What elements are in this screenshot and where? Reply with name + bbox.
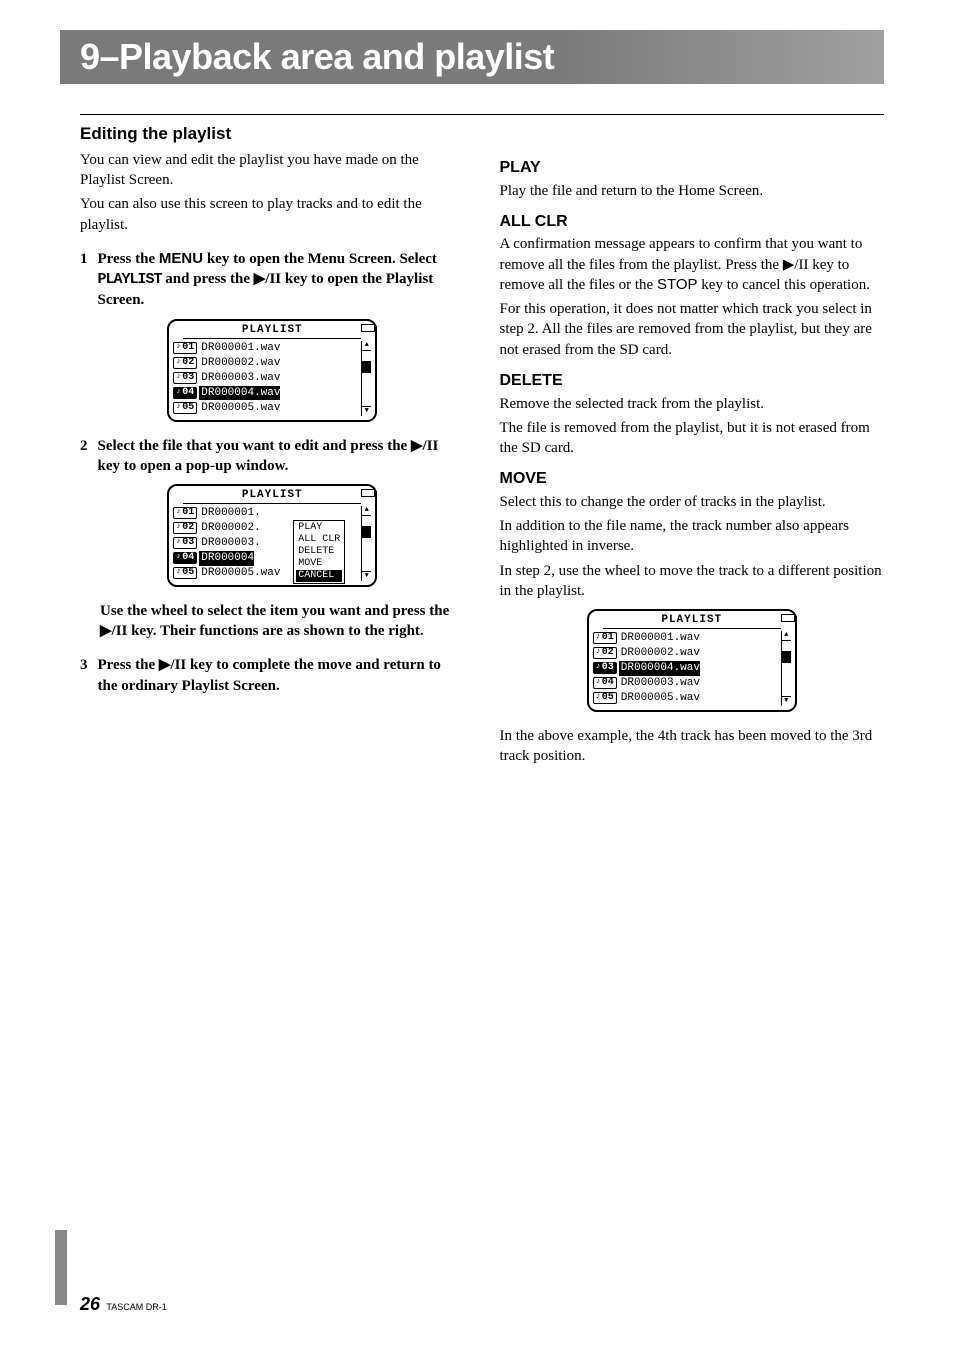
lcd-screenshot-2: PLAYLIST PLAYALL CLRDELETEMOVECANCEL 01D… <box>167 484 377 587</box>
track-filename: DR000004 <box>199 551 254 566</box>
chapter-title: 9–Playback area and playlist <box>60 30 884 84</box>
track-number: 01 <box>173 507 197 519</box>
battery-icon <box>781 614 795 622</box>
page-number: 26 <box>80 1294 100 1314</box>
track-number: 04 <box>173 387 197 399</box>
track-filename: DR000005.wav <box>199 401 280 416</box>
playlist-row: 04DR000004.wav <box>173 386 359 401</box>
track-number: 01 <box>173 342 197 354</box>
step-2-after: Use the wheel to select the item you wan… <box>100 601 465 642</box>
track-number: 04 <box>593 677 617 689</box>
step-3-num: 3 <box>80 655 88 696</box>
battery-icon <box>361 489 375 497</box>
track-filename: DR000002.wav <box>619 646 700 661</box>
left-column: Editing the playlist You can view and ed… <box>80 123 465 770</box>
step-1-num: 1 <box>80 249 88 311</box>
track-number: 02 <box>173 522 197 534</box>
track-number: 05 <box>173 567 197 579</box>
playlist-text: PLAYLIST <box>98 271 162 288</box>
step-3: 3 Press the ▶/II key to complete the mov… <box>80 655 465 696</box>
track-number: 01 <box>593 632 617 644</box>
scroll-up-icon: ▲ <box>362 506 371 515</box>
track-filename: DR000001.wav <box>199 341 280 356</box>
intro-p2: You can also use this screen to play tra… <box>80 194 465 235</box>
playlist-row: 03DR000004.wav <box>593 661 779 676</box>
playlist-row: 05DR000005.wav <box>593 691 779 706</box>
track-number: 05 <box>173 402 197 414</box>
popup-menu: PLAYALL CLRDELETEMOVECANCEL <box>293 520 345 584</box>
scroll-down-icon: ▼ <box>362 407 371 416</box>
playlist-row: 02DR000002.wav <box>173 356 359 371</box>
track-filename: DR000003. <box>199 536 260 551</box>
popup-item: DELETE <box>296 546 342 558</box>
playlist-row: 03DR000003.wav <box>173 371 359 386</box>
track-number: 03 <box>173 537 197 549</box>
track-filename: DR000004.wav <box>199 386 280 401</box>
intro-p1: You can view and edit the playlist you h… <box>80 150 465 191</box>
track-filename: DR000005.wav <box>199 566 280 581</box>
track-number: 05 <box>593 692 617 704</box>
playlist-row: 04DR000003.wav <box>593 676 779 691</box>
track-number: 04 <box>173 552 197 564</box>
lcd-screenshot-1: PLAYLIST 01DR000001.wav02DR000002.wav03D… <box>167 319 377 422</box>
delete-text-2: The file is removed from the playlist, b… <box>500 418 885 459</box>
scroll-down-icon: ▼ <box>362 572 371 581</box>
step-1: 1 Press the MENU key to open the Menu Sc… <box>80 249 465 311</box>
move-text-3: In step 2, use the wheel to move the tra… <box>500 561 885 602</box>
play-heading: PLAY <box>500 157 885 179</box>
scroll-down-icon: ▼ <box>782 697 791 706</box>
popup-item: PLAY <box>296 522 342 534</box>
popup-item: MOVE <box>296 558 342 570</box>
scroll-up-icon: ▲ <box>362 341 371 350</box>
move-heading: MOVE <box>500 468 885 490</box>
track-filename: DR000002. <box>199 521 260 536</box>
footer-model: TASCAM DR-1 <box>106 1302 166 1312</box>
track-filename: DR000005.wav <box>619 691 700 706</box>
track-number: 03 <box>593 662 617 674</box>
playlist-row: 05DR000005.wav <box>173 401 359 416</box>
move-text-2: In addition to the file name, the track … <box>500 516 885 557</box>
menu-key: MENU <box>159 250 203 267</box>
stop-key: STOP <box>657 276 698 293</box>
scrollbar: ▲ ▼ <box>781 631 791 706</box>
playlist-row: 02DR000002.wav <box>593 646 779 661</box>
step-2: 2 Select the file that you want to edit … <box>80 436 465 477</box>
allclr-heading: ALL CLR <box>500 211 885 233</box>
track-filename: DR000001. <box>199 506 260 521</box>
delete-heading: DELETE <box>500 370 885 392</box>
playlist-row: 01DR000001.wav <box>593 631 779 646</box>
scrollbar: ▲ ▼ <box>361 341 371 416</box>
playlist-row: 01DR000001.wav <box>173 341 359 356</box>
move-after-text: In the above example, the 4th track has … <box>500 726 885 767</box>
track-number: 02 <box>173 357 197 369</box>
move-text-1: Select this to change the order of track… <box>500 492 885 512</box>
allclr-text-2: For this operation, it does not matter w… <box>500 299 885 360</box>
side-tab <box>55 1230 67 1305</box>
playlist-row: 01DR000001. <box>173 506 359 521</box>
track-filename: DR000002.wav <box>199 356 280 371</box>
track-number: 02 <box>593 647 617 659</box>
play-text: Play the file and return to the Home Scr… <box>500 181 885 201</box>
allclr-text-1: A confirmation message appears to confir… <box>500 234 885 295</box>
popup-item: CANCEL <box>296 570 342 582</box>
track-filename: DR000004.wav <box>619 661 700 676</box>
step-2-num: 2 <box>80 436 88 477</box>
track-number: 03 <box>173 372 197 384</box>
track-filename: DR000001.wav <box>619 631 700 646</box>
battery-icon <box>361 324 375 332</box>
track-filename: DR000003.wav <box>619 676 700 691</box>
right-column: PLAY Play the file and return to the Hom… <box>500 123 885 770</box>
track-filename: DR000003.wav <box>199 371 280 386</box>
section-title: Editing the playlist <box>80 123 465 146</box>
scroll-up-icon: ▲ <box>782 631 791 640</box>
popup-item: ALL CLR <box>296 534 342 546</box>
scrollbar: ▲ ▼ <box>361 506 371 581</box>
delete-text-1: Remove the selected track from the playl… <box>500 394 885 414</box>
footer: 26 TASCAM DR-1 <box>80 1294 167 1315</box>
lcd-screenshot-3: PLAYLIST 01DR000001.wav02DR000002.wav03D… <box>587 609 797 712</box>
